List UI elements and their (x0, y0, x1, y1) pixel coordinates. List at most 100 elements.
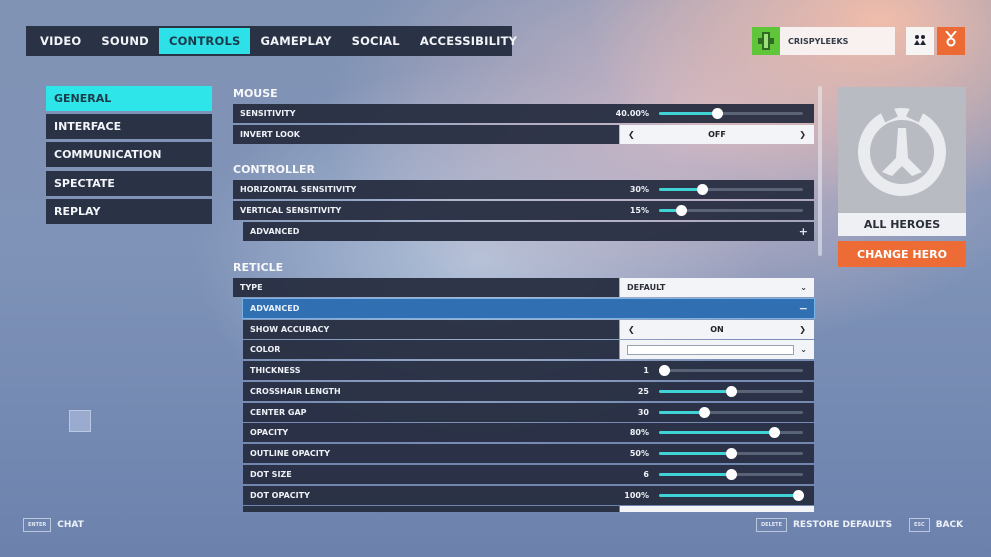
invert-look-toggle[interactable]: ❮ OFF ❯ (620, 125, 814, 144)
setting-value: 30 (637, 407, 649, 417)
setting-label: COLOR (250, 345, 281, 354)
setting-row-outline-opacity[interactable]: OUTLINE OPACITY 50% (243, 444, 814, 464)
slider-fill (659, 112, 717, 115)
restore-defaults-button[interactable]: DELETE RESTORE DEFAULTS (756, 518, 892, 532)
controller-advanced-expander[interactable]: ADVANCED + (243, 222, 814, 241)
thickness-slider[interactable] (659, 365, 803, 376)
show-accuracy-toggle[interactable]: ❮ ON ❯ (620, 320, 814, 339)
setting-row-thickness[interactable]: THICKNESS 1 (243, 361, 814, 380)
sidebar-item-general[interactable]: GENERAL (46, 86, 212, 111)
player-avatar-icon (752, 27, 780, 55)
social-button[interactable] (906, 27, 934, 55)
sidebar-item-interface[interactable]: INTERFACE (46, 114, 212, 139)
settings-scrollbar[interactable] (818, 86, 822, 256)
settings-tab-bar: VIDEO SOUND CONTROLS GAMEPLAY SOCIAL ACC… (26, 26, 517, 56)
plus-icon: + (798, 225, 808, 238)
toggle-value: OFF (708, 130, 726, 139)
hint-label: RESTORE DEFAULTS (793, 520, 893, 530)
center-gap-slider[interactable] (659, 406, 803, 418)
chevron-left-icon[interactable]: ❮ (628, 325, 635, 334)
minus-icon: − (798, 302, 808, 315)
username: CRISPYLEEKS (788, 36, 849, 46)
setting-value: 30% (629, 185, 649, 194)
setting-row-partial (243, 506, 619, 512)
slider-knob[interactable] (726, 385, 737, 397)
reticle-type-dropdown[interactable]: DEFAULT ⌄ (620, 278, 814, 297)
setting-label: INVERT LOOK (240, 130, 300, 139)
slider-knob[interactable] (659, 365, 670, 376)
setting-row-dot-size[interactable]: DOT SIZE 6 (243, 465, 814, 484)
chevron-right-icon[interactable]: ❯ (799, 325, 806, 334)
slider-knob[interactable] (699, 406, 710, 418)
slider-knob[interactable] (793, 489, 804, 501)
tab-sound[interactable]: SOUND (91, 28, 159, 54)
chat-button[interactable]: ENTER CHAT (23, 518, 84, 532)
overwatch-logo-icon (838, 87, 966, 213)
setting-row-vertical-sensitivity[interactable]: VERTICAL SENSITIVITY 15% (233, 201, 814, 220)
chevron-down-icon: ⌄ (800, 345, 807, 354)
tab-controls[interactable]: CONTROLS (158, 28, 251, 54)
slider-knob[interactable] (712, 108, 723, 119)
setting-label: SHOW ACCURACY (250, 325, 330, 334)
player-profile[interactable]: CRISPYLEEKS (752, 27, 895, 55)
setting-value: 25 (637, 386, 649, 396)
setting-label: ADVANCED (250, 304, 300, 313)
reticle-color-dropdown[interactable]: ⌄ (620, 340, 814, 359)
dot-opacity-slider[interactable] (659, 489, 804, 501)
tab-accessibility[interactable]: ACCESSIBILITY (410, 28, 527, 54)
crosshair-length-slider[interactable] (659, 385, 803, 397)
slider-knob[interactable] (676, 205, 687, 216)
tab-video[interactable]: VIDEO (30, 28, 91, 54)
section-title-reticle: RETICLE (233, 261, 284, 274)
chevron-down-icon: ⌄ (800, 283, 807, 292)
opacity-slider[interactable] (659, 427, 803, 439)
slider-knob[interactable] (697, 184, 708, 195)
setting-value: 80% (629, 428, 649, 438)
key-delete: DELETE (756, 518, 787, 532)
slider-fill (659, 473, 731, 476)
setting-row-invert-look: INVERT LOOK (233, 125, 619, 144)
sidebar-item-label: INTERFACE (54, 120, 122, 133)
sensitivity-slider[interactable] (659, 108, 803, 119)
slider-fill (659, 431, 774, 435)
setting-row-dot-opacity[interactable]: DOT OPACITY 100% (243, 485, 814, 505)
setting-value: 100% (624, 490, 649, 500)
rewards-button[interactable] (937, 27, 965, 55)
hero-name: ALL HEROES (838, 213, 966, 236)
dot-size-slider[interactable] (659, 469, 803, 480)
chevron-right-icon[interactable]: ❯ (799, 130, 806, 139)
chat-indicator (69, 410, 91, 432)
key-enter: ENTER (23, 518, 52, 532)
setting-value: 15% (629, 206, 649, 215)
setting-row-center-gap[interactable]: CENTER GAP 30 (243, 402, 814, 422)
setting-row-show-accuracy: SHOW ACCURACY (243, 320, 619, 339)
setting-row-opacity[interactable]: OPACITY 80% (243, 423, 814, 443)
sidebar-item-replay[interactable]: REPLAY (46, 199, 212, 224)
horizontal-sensitivity-slider[interactable] (659, 184, 803, 195)
medal-icon (945, 30, 957, 51)
tab-social[interactable]: SOCIAL (342, 28, 410, 54)
hint-label: CHAT (57, 520, 84, 530)
toggle-value: ON (710, 325, 724, 334)
group-icon (913, 34, 927, 49)
sidebar-item-spectate[interactable]: SPECTATE (46, 171, 212, 196)
setting-row-horizontal-sensitivity[interactable]: HORIZONTAL SENSITIVITY 30% (233, 180, 814, 199)
setting-row-crosshair-length[interactable]: CROSSHAIR LENGTH 25 (243, 381, 814, 401)
reticle-advanced-expander[interactable]: ADVANCED − (242, 298, 815, 319)
setting-control-partial (620, 506, 814, 512)
sidebar-item-label: COMMUNICATION (54, 148, 162, 161)
slider-knob[interactable] (726, 469, 737, 480)
change-hero-button[interactable]: CHANGE HERO (838, 241, 966, 267)
tab-gameplay[interactable]: GAMEPLAY (250, 28, 341, 54)
sidebar-item-communication[interactable]: COMMUNICATION (46, 142, 212, 167)
outline-opacity-slider[interactable] (659, 448, 803, 460)
sidebar-item-label: REPLAY (54, 205, 101, 218)
setting-row-sensitivity[interactable]: SENSITIVITY 40.00% (233, 104, 814, 123)
slider-fill (659, 389, 731, 393)
sidebar-item-label: GENERAL (54, 92, 112, 105)
vertical-sensitivity-slider[interactable] (659, 205, 803, 216)
setting-value: 6 (643, 470, 649, 479)
setting-row-reticle-type: TYPE (233, 278, 619, 297)
chevron-left-icon[interactable]: ❮ (628, 130, 635, 139)
back-button[interactable]: ESC BACK (909, 518, 963, 532)
